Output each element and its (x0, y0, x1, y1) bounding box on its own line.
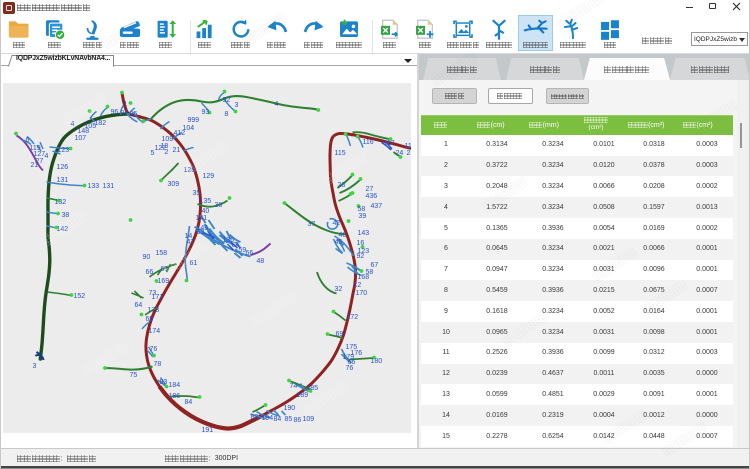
svg-text:170: 170 (355, 290, 367, 297)
svg-text:16: 16 (356, 240, 364, 247)
svg-text:83: 83 (250, 414, 258, 421)
svg-text:96: 96 (110, 109, 118, 116)
svg-text:117: 117 (383, 140, 394, 147)
svg-text:86: 86 (293, 417, 301, 424)
svg-text:180: 180 (370, 358, 382, 365)
svg-text:35: 35 (192, 190, 200, 197)
svg-text:40: 40 (201, 208, 209, 215)
svg-text:3: 3 (234, 102, 238, 109)
svg-text:66: 66 (145, 269, 153, 276)
svg-text:8: 8 (224, 111, 228, 118)
svg-text:74: 74 (289, 383, 297, 390)
svg-text:37: 37 (307, 221, 315, 228)
svg-text:186: 186 (168, 393, 180, 400)
svg-text:185: 185 (306, 385, 318, 392)
svg-text:171: 171 (151, 294, 163, 301)
svg-text:169: 169 (157, 278, 169, 285)
svg-text:412: 412 (173, 130, 185, 137)
svg-text:174: 174 (148, 328, 160, 335)
svg-text:48: 48 (256, 258, 264, 265)
svg-text:309: 309 (167, 181, 179, 188)
svg-text:152: 152 (73, 293, 85, 300)
svg-text:76: 76 (149, 346, 157, 353)
svg-text:148: 148 (77, 128, 89, 135)
svg-text:2: 2 (164, 149, 168, 156)
svg-text:158: 158 (155, 250, 167, 257)
svg-text:189: 189 (296, 392, 308, 399)
svg-text:92: 92 (222, 97, 230, 104)
svg-text:32: 32 (334, 286, 342, 293)
svg-text:115: 115 (334, 150, 345, 157)
svg-text:64: 64 (134, 302, 142, 309)
svg-text:90: 90 (142, 254, 150, 261)
svg-text:21: 21 (30, 162, 38, 169)
svg-text:95: 95 (129, 111, 137, 118)
svg-text:131: 131 (102, 183, 114, 190)
svg-text:141: 141 (195, 215, 207, 222)
svg-text:97: 97 (120, 110, 128, 117)
svg-text:69: 69 (335, 331, 343, 338)
svg-text:135: 135 (199, 198, 211, 205)
svg-text:4: 4 (44, 153, 48, 160)
svg-text:78: 78 (153, 361, 161, 368)
svg-text:123: 123 (57, 147, 69, 154)
svg-text:173: 173 (147, 307, 159, 314)
svg-text:132: 132 (54, 199, 66, 206)
svg-text:107: 107 (74, 135, 86, 142)
svg-text:36: 36 (214, 202, 222, 209)
svg-text:83: 83 (159, 379, 167, 386)
svg-text:172: 172 (346, 314, 358, 321)
svg-text:84: 84 (273, 416, 281, 423)
svg-text:75: 75 (129, 372, 137, 379)
svg-text:184: 184 (168, 382, 180, 389)
svg-text:46: 46 (338, 232, 346, 239)
svg-text:24: 24 (395, 150, 403, 157)
svg-text:23: 23 (406, 150, 411, 157)
svg-text:114: 114 (404, 143, 411, 150)
svg-text:143: 143 (357, 230, 369, 237)
svg-text:3: 3 (32, 363, 36, 370)
svg-text:190: 190 (283, 405, 295, 412)
svg-text:67: 67 (370, 262, 378, 269)
svg-text:85: 85 (284, 416, 292, 423)
svg-text:999: 999 (187, 117, 199, 124)
svg-text:58: 58 (357, 206, 365, 213)
svg-text:437: 437 (370, 203, 382, 210)
svg-text:42: 42 (332, 220, 340, 227)
svg-text:45: 45 (334, 239, 342, 246)
svg-text:126: 126 (56, 164, 68, 171)
svg-text:129: 129 (202, 173, 214, 180)
svg-text:6: 6 (25, 137, 29, 144)
svg-text:93: 93 (201, 109, 209, 116)
svg-text:194: 194 (261, 415, 273, 422)
svg-text:63: 63 (196, 229, 204, 236)
svg-text:92: 92 (356, 253, 364, 260)
svg-text:133: 133 (87, 183, 99, 190)
svg-text:116: 116 (362, 139, 373, 146)
svg-text:27: 27 (365, 186, 373, 193)
svg-text:182: 182 (94, 120, 106, 127)
svg-text:84: 84 (184, 399, 192, 406)
svg-text:5: 5 (150, 150, 154, 157)
svg-text:12: 12 (353, 282, 361, 289)
svg-text:191: 191 (201, 427, 213, 433)
svg-text:1: 1 (123, 101, 127, 108)
svg-text:65: 65 (145, 316, 153, 323)
svg-text:76: 76 (345, 365, 353, 372)
svg-text:4: 4 (274, 101, 278, 108)
svg-text:66: 66 (245, 250, 253, 257)
svg-text:168: 168 (357, 274, 369, 281)
svg-text:436: 436 (365, 193, 377, 200)
svg-text:21: 21 (172, 147, 180, 154)
svg-text:109: 109 (161, 136, 173, 143)
svg-text:131: 131 (56, 177, 68, 184)
svg-text:39: 39 (358, 213, 366, 220)
